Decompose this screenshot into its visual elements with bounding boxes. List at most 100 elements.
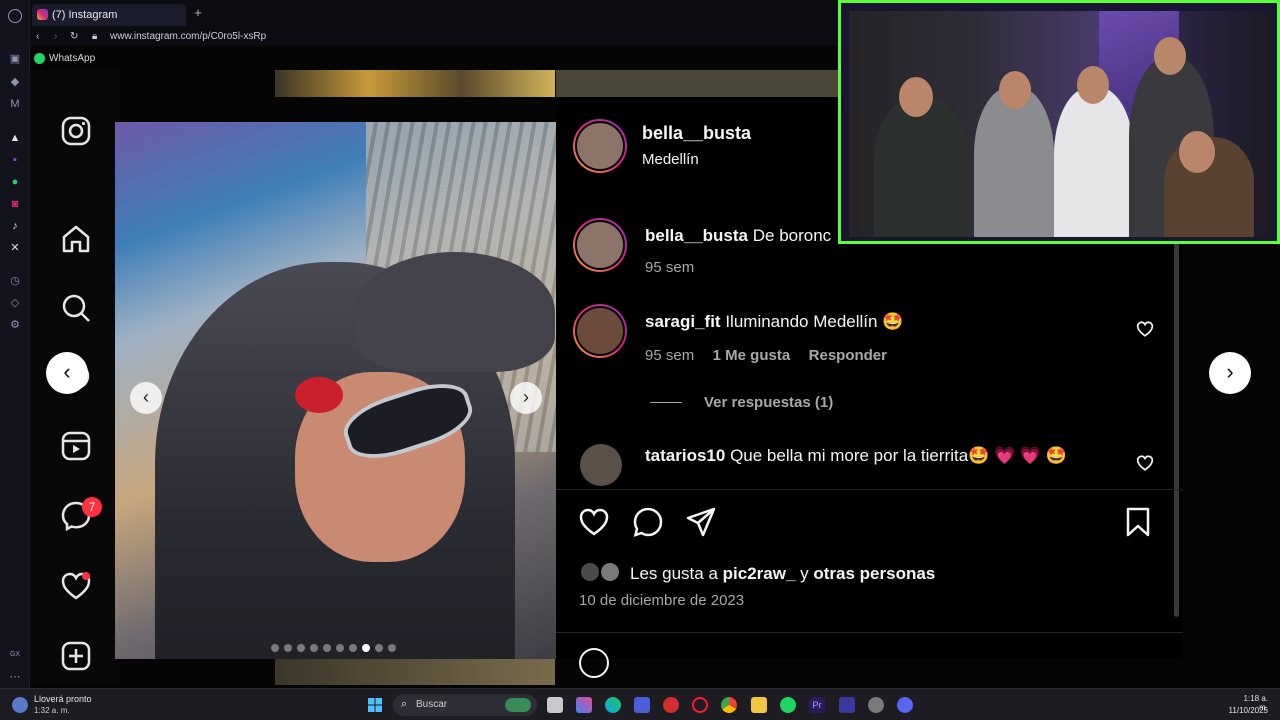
reply-button[interactable]: Responder [809, 347, 887, 364]
app-icon[interactable] [839, 697, 855, 713]
like-icon[interactable] [578, 506, 610, 538]
taskbar-search[interactable]: ⌕ Buscar [393, 694, 537, 716]
instagram-logo-icon[interactable] [60, 115, 92, 147]
address-bar-row: ‹ › ↻ 🔒︎ www.instagram.com/p/C0ro5l-xsRp [30, 28, 840, 46]
comment: tatarios10 Que bella mi more por la tier… [645, 446, 1067, 466]
opera-gx-icon[interactable] [692, 697, 708, 713]
caption: bella__busta De boronc [645, 226, 831, 246]
comment-avatar[interactable] [573, 304, 627, 358]
search-highlight-icon [505, 698, 531, 712]
post-date[interactable]: 10 de diciembre de 2023 [579, 592, 744, 609]
tab-title: (7) Instagram [52, 9, 118, 21]
discord-icon[interactable] [897, 697, 913, 713]
likes-summary: Les gusta a pic2raw_ y otras personas [630, 564, 935, 584]
spotify-icon[interactable] [780, 697, 796, 713]
create-post-icon[interactable] [60, 640, 92, 672]
like-comment-icon[interactable] [1136, 454, 1154, 472]
carousel-dot [297, 644, 305, 652]
tidal-icon[interactable]: ▲ [8, 131, 22, 145]
liker-username[interactable]: pic2raw_ [723, 564, 796, 583]
emoji-icon[interactable] [579, 648, 609, 678]
new-tab-button[interactable]: + [190, 5, 206, 21]
extensions-icon[interactable]: ◇ [8, 296, 22, 310]
chrome-icon[interactable] [721, 697, 737, 713]
comment-username[interactable]: bella__busta [645, 226, 748, 245]
app-icon[interactable] [868, 697, 884, 713]
comment-avatar[interactable] [580, 444, 622, 486]
clock-date[interactable]: 11/10/2025 [1224, 706, 1268, 715]
file-explorer-icon[interactable] [751, 697, 767, 713]
twitch-icon[interactable]: ▪ [8, 153, 22, 167]
lock-icon: 🔒︎ [92, 31, 98, 42]
photo-cap [355, 252, 555, 372]
edge-icon[interactable] [605, 697, 621, 713]
copilot-icon[interactable] [576, 697, 592, 713]
history-icon[interactable]: ◷ [8, 274, 22, 288]
comment-avatar[interactable] [573, 218, 627, 272]
comment-likes[interactable]: 1 Me gusta [713, 347, 791, 364]
add-comment-divider [556, 632, 1183, 633]
carousel-prev-button[interactable]: ‹ [130, 382, 162, 414]
post-location[interactable]: Medellín [642, 151, 699, 168]
notifications-heart-icon[interactable] [60, 570, 92, 602]
home-icon[interactable] [60, 223, 92, 255]
forward-icon[interactable]: › [54, 30, 57, 44]
gx-icon[interactable]: GX [8, 648, 22, 662]
feed-background-image [275, 659, 555, 685]
url-field[interactable]: www.instagram.com/p/C0ro5l-xsRp [110, 30, 266, 44]
premiere-icon[interactable]: Pr [809, 697, 825, 713]
comment-icon[interactable] [632, 506, 664, 538]
app-icon[interactable] [663, 697, 679, 713]
comments-scrollbar[interactable] [1174, 237, 1179, 617]
likes-others[interactable]: otras personas [813, 564, 935, 583]
liker-avatar [579, 561, 601, 583]
weather-title[interactable]: Lloverá pronto [34, 694, 92, 704]
webcam-person-head [899, 77, 933, 117]
post-photo: ‹ › [115, 122, 556, 659]
windows-taskbar: Lloverá pronto 1:32 a. m. ⌕ Buscar Pr 1:… [0, 688, 1280, 720]
comment-username[interactable]: saragi_fit [645, 312, 721, 331]
settings-icon[interactable]: ⚙ [8, 318, 22, 332]
windows-start-icon[interactable] [367, 697, 383, 713]
comment-text: De boronc [752, 226, 832, 245]
reels-icon[interactable] [60, 430, 92, 462]
carousel-next-button[interactable]: › [510, 382, 542, 414]
more-icon[interactable]: ⋯ [8, 670, 22, 684]
task-view-icon[interactable] [547, 697, 563, 713]
webcam-person-head [1179, 131, 1215, 173]
instagram-favicon-icon [37, 9, 48, 20]
share-icon[interactable] [685, 506, 717, 538]
next-post-button[interactable]: › [1209, 352, 1251, 394]
replies-divider [650, 402, 682, 403]
store-icon[interactable] [634, 697, 650, 713]
back-icon[interactable]: ‹ [36, 30, 39, 44]
x-twitter-icon[interactable]: ✕ [8, 241, 22, 255]
likes-prefix: Les gusta a [630, 564, 718, 583]
weather-icon[interactable] [12, 697, 28, 713]
tiktok-icon[interactable]: ♪ [8, 219, 22, 233]
author-username[interactable]: bella__busta [642, 123, 751, 144]
whatsapp-app-icon[interactable]: ● [8, 175, 22, 189]
bookmark-whatsapp[interactable]: WhatsApp [49, 53, 95, 64]
instagram-app-icon[interactable]: ◙ [8, 197, 22, 211]
view-replies-button[interactable]: Ver respuestas (1) [704, 394, 833, 411]
like-comment-icon[interactable] [1136, 320, 1154, 338]
messenger-app-icon[interactable]: M [8, 97, 22, 111]
comment-time: 95 sem [645, 347, 695, 364]
author-avatar[interactable] [573, 119, 627, 173]
comment-username[interactable]: tatarios10 [645, 446, 725, 465]
opera-logo-icon[interactable] [8, 9, 22, 23]
tab-bar: (7) Instagram + [30, 0, 840, 28]
webcam-person-head [1154, 37, 1186, 75]
previous-post-button[interactable]: ‹ [46, 352, 88, 394]
tab-instagram[interactable]: (7) Instagram [32, 4, 186, 26]
wallet-icon[interactable]: ▣ [8, 52, 22, 66]
webcam-overlay [838, 0, 1280, 244]
messages-badge: 7 [82, 497, 102, 517]
webcam-video [849, 11, 1271, 237]
aria-icon[interactable]: ◆ [8, 75, 22, 89]
reload-icon[interactable]: ↻ [70, 30, 78, 44]
weather-time: 1:32 a. m. [34, 706, 70, 715]
search-icon[interactable] [60, 292, 92, 324]
save-icon[interactable] [1122, 506, 1154, 538]
